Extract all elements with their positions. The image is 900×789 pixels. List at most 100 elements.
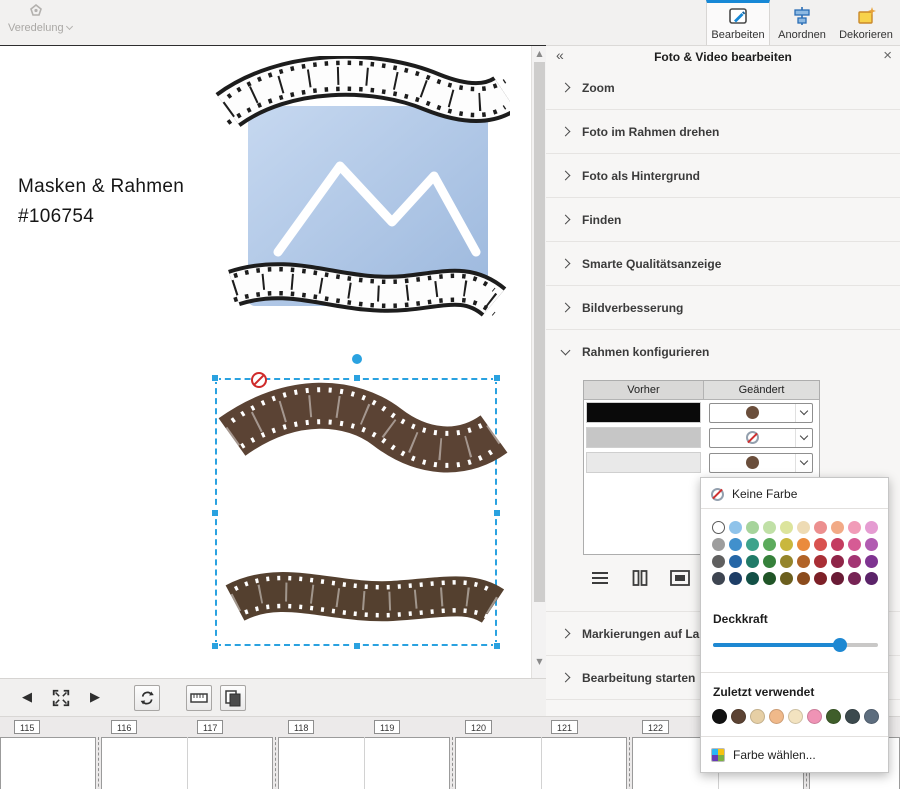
frame-vertical-button[interactable] bbox=[626, 565, 654, 591]
recent-color-swatch[interactable] bbox=[712, 709, 727, 724]
palette-color-swatch[interactable] bbox=[814, 538, 827, 551]
recent-color-swatch[interactable] bbox=[864, 709, 879, 724]
prev-page-button[interactable]: ◀ bbox=[14, 685, 40, 711]
tab-anordnen[interactable]: Anordnen bbox=[770, 0, 834, 46]
recent-color-swatch[interactable] bbox=[769, 709, 784, 724]
selection-handle[interactable] bbox=[211, 509, 219, 517]
palette-color-swatch[interactable] bbox=[712, 555, 725, 568]
palette-color-swatch[interactable] bbox=[865, 572, 878, 585]
palette-color-swatch[interactable] bbox=[712, 521, 725, 534]
page-number-tab[interactable]: 119 bbox=[374, 720, 400, 734]
palette-color-swatch[interactable] bbox=[831, 521, 844, 534]
palette-color-swatch[interactable] bbox=[729, 538, 742, 551]
veredelung-button[interactable]: Veredelung bbox=[6, 2, 84, 44]
tab-dekorieren[interactable]: Dekorieren bbox=[834, 0, 898, 46]
palette-color-swatch[interactable] bbox=[797, 521, 810, 534]
palette-color-swatch[interactable] bbox=[814, 555, 827, 568]
fullscreen-button[interactable] bbox=[48, 685, 74, 711]
recent-color-swatch[interactable] bbox=[826, 709, 841, 724]
palette-color-swatch[interactable] bbox=[729, 555, 742, 568]
palette-color-swatch[interactable] bbox=[763, 521, 776, 534]
next-page-button[interactable]: ▶ bbox=[82, 685, 108, 711]
palette-color-swatch[interactable] bbox=[797, 555, 810, 568]
palette-color-swatch[interactable] bbox=[831, 555, 844, 568]
palette-color-swatch[interactable] bbox=[831, 538, 844, 551]
palette-color-swatch[interactable] bbox=[814, 572, 827, 585]
palette-color-swatch[interactable] bbox=[746, 538, 759, 551]
palette-color-swatch[interactable] bbox=[814, 521, 827, 534]
selection-handle[interactable] bbox=[211, 374, 219, 382]
section-finden[interactable]: Finden bbox=[546, 198, 900, 242]
palette-color-swatch[interactable] bbox=[729, 521, 742, 534]
tab-bearbeiten[interactable]: Bearbeiten bbox=[706, 0, 770, 46]
ruler-button[interactable] bbox=[186, 685, 212, 711]
palette-color-swatch[interactable] bbox=[763, 555, 776, 568]
scrollbar-thumb[interactable] bbox=[534, 62, 545, 602]
page-number-tab[interactable]: 122 bbox=[642, 720, 669, 734]
section-bildverbesserung[interactable]: Bildverbesserung bbox=[546, 286, 900, 330]
palette-color-swatch[interactable] bbox=[763, 572, 776, 585]
palette-color-swatch[interactable] bbox=[865, 555, 878, 568]
selected-filmstrip-element[interactable] bbox=[217, 380, 499, 648]
section-smarte-qualitaetsanzeige[interactable]: Smarte Qualitätsanzeige bbox=[546, 242, 900, 286]
scroll-up-icon[interactable]: ▲ bbox=[532, 49, 547, 58]
palette-color-swatch[interactable] bbox=[729, 572, 742, 585]
selection-handle[interactable] bbox=[493, 509, 501, 517]
palette-color-swatch[interactable] bbox=[712, 572, 725, 585]
rotate-handle[interactable] bbox=[352, 354, 362, 364]
palette-color-swatch[interactable] bbox=[780, 521, 793, 534]
palette-color-swatch[interactable] bbox=[848, 538, 861, 551]
no-color-menu-item[interactable]: Keine Farbe bbox=[711, 483, 797, 505]
close-panel-icon[interactable]: × bbox=[883, 47, 892, 64]
frame-horizontal-button[interactable] bbox=[586, 565, 614, 591]
swap-pages-button[interactable] bbox=[134, 685, 160, 711]
palette-color-swatch[interactable] bbox=[797, 538, 810, 551]
page-number-tab[interactable]: 117 bbox=[197, 720, 223, 734]
page-number-tab[interactable]: 115 bbox=[14, 720, 40, 734]
palette-color-swatch[interactable] bbox=[712, 538, 725, 551]
selection-handle[interactable] bbox=[493, 642, 501, 650]
selection-handle[interactable] bbox=[353, 642, 361, 650]
section-zoom[interactable]: Zoom bbox=[546, 66, 900, 110]
page-thumbnail[interactable] bbox=[0, 737, 96, 789]
page-number-tab[interactable]: 118 bbox=[288, 720, 314, 734]
section-foto-im-rahmen-drehen[interactable]: Foto im Rahmen drehen bbox=[546, 110, 900, 154]
page-number-tab[interactable]: 121 bbox=[551, 720, 578, 734]
design-canvas[interactable]: Masken & Rahmen #106754 bbox=[0, 46, 531, 678]
recent-color-swatch[interactable] bbox=[845, 709, 860, 724]
palette-color-swatch[interactable] bbox=[763, 538, 776, 551]
palette-color-swatch[interactable] bbox=[780, 555, 793, 568]
palette-color-swatch[interactable] bbox=[780, 572, 793, 585]
palette-color-swatch[interactable] bbox=[848, 521, 861, 534]
after-color-dropdown[interactable] bbox=[709, 428, 813, 448]
page-number-tab[interactable]: 116 bbox=[111, 720, 137, 734]
palette-color-swatch[interactable] bbox=[865, 521, 878, 534]
section-foto-als-hintergrund[interactable]: Foto als Hintergrund bbox=[546, 154, 900, 198]
section-rahmen-konfigurieren[interactable]: Rahmen konfigurieren bbox=[546, 330, 900, 374]
page-number-tab[interactable]: 120 bbox=[465, 720, 492, 734]
recent-color-swatch[interactable] bbox=[731, 709, 746, 724]
opacity-slider[interactable] bbox=[713, 638, 878, 652]
selection-handle[interactable] bbox=[211, 642, 219, 650]
duplicate-pages-button[interactable] bbox=[220, 685, 246, 711]
recent-color-swatch[interactable] bbox=[788, 709, 803, 724]
selection-handle[interactable] bbox=[493, 374, 501, 382]
frame-fill-button[interactable] bbox=[666, 565, 694, 591]
palette-color-swatch[interactable] bbox=[848, 572, 861, 585]
canvas-scrollbar[interactable]: ▲ ▼ bbox=[531, 46, 546, 678]
after-color-dropdown[interactable] bbox=[709, 453, 813, 473]
palette-color-swatch[interactable] bbox=[746, 572, 759, 585]
palette-color-swatch[interactable] bbox=[746, 521, 759, 534]
palette-color-swatch[interactable] bbox=[831, 572, 844, 585]
recent-color-swatch[interactable] bbox=[807, 709, 822, 724]
opacity-slider-thumb[interactable] bbox=[833, 638, 847, 652]
palette-color-swatch[interactable] bbox=[780, 538, 793, 551]
selection-box[interactable] bbox=[215, 378, 497, 646]
selection-handle[interactable] bbox=[353, 374, 361, 382]
scroll-down-icon[interactable]: ▼ bbox=[532, 657, 547, 666]
palette-color-swatch[interactable] bbox=[848, 555, 861, 568]
palette-color-swatch[interactable] bbox=[865, 538, 878, 551]
recent-color-swatch[interactable] bbox=[750, 709, 765, 724]
choose-color-menu-item[interactable]: Farbe wählen... bbox=[711, 744, 816, 766]
palette-color-swatch[interactable] bbox=[746, 555, 759, 568]
